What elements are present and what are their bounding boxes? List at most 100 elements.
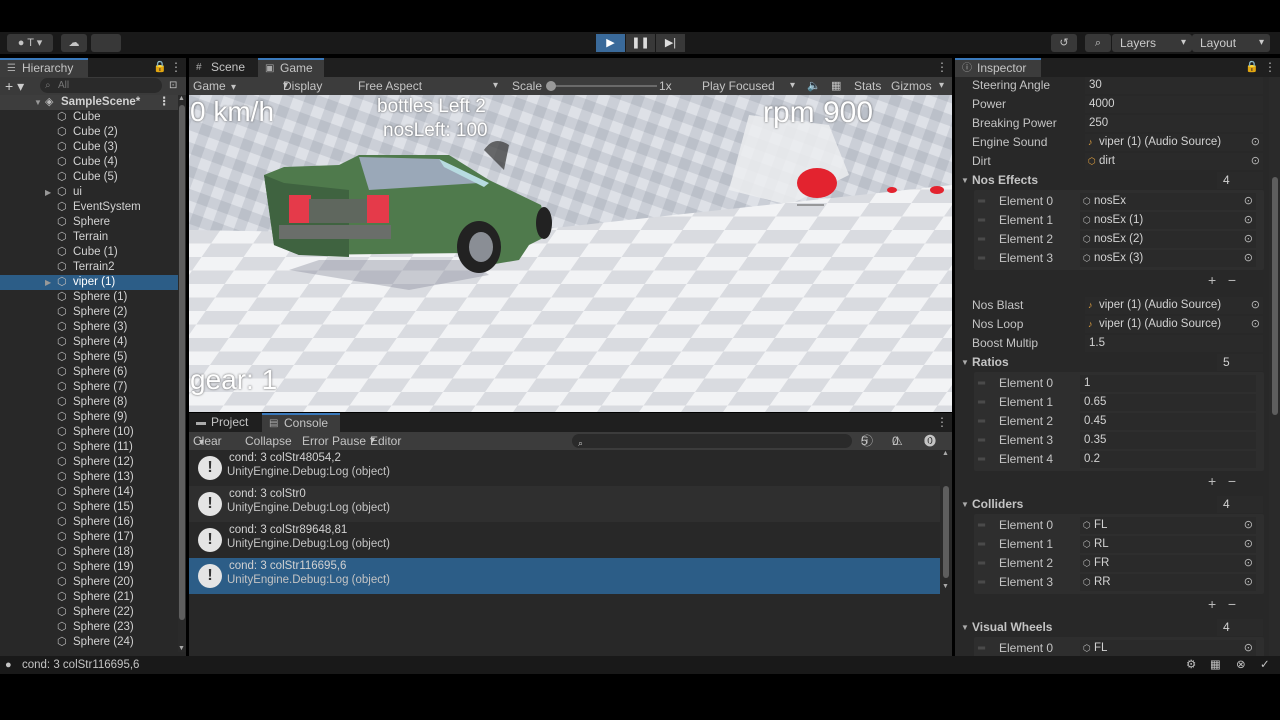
hierarchy-item[interactable]: ⬡ Sphere (7) — [0, 380, 178, 395]
power-field[interactable]: 4000 — [1085, 96, 1263, 113]
hierarchy-item[interactable]: ⬡ Sphere (21) — [0, 590, 178, 605]
list-element-field[interactable]: ⬡ RL ⊙ — [1080, 536, 1256, 553]
hierarchy-scrollbar[interactable]: ▲ ▼ — [178, 95, 186, 652]
drag-handle-icon[interactable]: ═ — [978, 516, 985, 535]
debug-icon[interactable]: ⚙ — [1186, 656, 1196, 674]
list-element-field[interactable]: 0.45 — [1080, 413, 1256, 430]
hierarchy-item[interactable]: ⬡ Sphere (9) — [0, 410, 178, 425]
hierarchy-item[interactable]: ⬡ Sphere (17) — [0, 530, 178, 545]
list-element-field[interactable]: ⬡ FL ⊙ — [1080, 517, 1256, 534]
list-element-field[interactable]: ⬡ nosEx (3) ⊙ — [1080, 250, 1256, 267]
console-scroll-thumb[interactable] — [943, 486, 949, 578]
expand-arrow-icon[interactable]: ▶ — [45, 185, 51, 200]
object-picker-icon[interactable]: ⊙ — [1251, 134, 1260, 151]
colliders-header[interactable]: ▼ Colliders 4 — [955, 495, 1265, 514]
inspector-scrollbar[interactable] — [1269, 77, 1280, 656]
account-button[interactable]: ● T ▾ — [7, 34, 53, 52]
dirt-field[interactable]: ⬡ dirt ⊙ — [1085, 153, 1263, 170]
tab-scene[interactable]: # Scene — [189, 58, 257, 77]
hierarchy-item[interactable]: ⬡ Sphere (16) — [0, 515, 178, 530]
object-picker-icon[interactable]: ⊙ — [1251, 297, 1260, 314]
list-element-field[interactable]: 0.35 — [1080, 432, 1256, 449]
visual-wheels-header[interactable]: ▼ Visual Wheels 4 — [955, 618, 1265, 637]
clear-button[interactable]: Clear ▾ — [193, 432, 222, 452]
foldout-arrow-icon[interactable]: ▼ — [961, 171, 969, 190]
hierarchy-item[interactable]: ⬡ Sphere (10) — [0, 425, 178, 440]
tab-game[interactable]: ▣ Game — [258, 58, 324, 77]
expand-arrow-icon[interactable]: ▶ — [45, 275, 51, 290]
hierarchy-item[interactable]: ⬡ Sphere (8) — [0, 395, 178, 410]
list-element-field[interactable]: ⬡ nosEx (1) ⊙ — [1080, 212, 1256, 229]
nos-loop-field[interactable]: ♪ viper (1) (Audio Source) ⊙ — [1085, 316, 1263, 333]
list-element-field[interactable]: ⬡ RR ⊙ — [1080, 574, 1256, 591]
add-icon[interactable]: + ▾ — [5, 77, 24, 95]
foldout-arrow-icon[interactable]: ▼ — [961, 353, 969, 372]
drag-handle-icon[interactable]: ═ — [978, 554, 985, 573]
drag-handle-icon[interactable]: ═ — [978, 374, 985, 393]
hierarchy-item[interactable]: ⬡ Cube (5) — [0, 170, 178, 185]
scene-menu-icon[interactable]: ⋮ — [159, 95, 171, 110]
drag-handle-icon[interactable]: ═ — [978, 450, 985, 469]
console-entry[interactable]: ! cond: 3 colStr0 UnityEngine.Debug:Log (o… — [189, 486, 940, 522]
nos-blast-field[interactable]: ♪ viper (1) (Audio Source) ⊙ — [1085, 297, 1263, 314]
hierarchy-item[interactable]: ⬡ Sphere (12) — [0, 455, 178, 470]
hierarchy-item[interactable]: ⬡ Sphere (15) — [0, 500, 178, 515]
console-entry[interactable]: ! cond: 3 colStr48054,2 UnityEngine.Debug:… — [189, 450, 940, 486]
object-picker-icon[interactable]: ⊙ — [1244, 555, 1253, 572]
inspector-scroll-thumb[interactable] — [1272, 177, 1278, 415]
console-scrollbar[interactable]: ▲ ▼ — [940, 450, 952, 590]
boost-multip-field[interactable]: 1.5 — [1085, 335, 1263, 352]
lock-icon[interactable]: 🔒 — [153, 60, 167, 73]
object-picker-icon[interactable]: ⊙ — [1244, 193, 1253, 210]
breaking-power-field[interactable]: 250 — [1085, 115, 1263, 132]
cloud-icon[interactable]: ☁ — [61, 34, 87, 52]
scale-slider-handle[interactable] — [546, 81, 556, 91]
drag-handle-icon[interactable]: ═ — [978, 639, 985, 656]
ratios-header[interactable]: ▼ Ratios 5 — [955, 353, 1265, 372]
list-element-field[interactable]: ⬡ FL ⊙ — [1080, 640, 1256, 656]
hierarchy-search-input[interactable]: ⌕ All — [40, 78, 162, 93]
drag-handle-icon[interactable]: ═ — [978, 412, 985, 431]
foldout-arrow-icon[interactable]: ▼ — [961, 495, 969, 514]
drag-handle-icon[interactable]: ═ — [978, 573, 985, 592]
object-picker-icon[interactable]: ⊙ — [1244, 231, 1253, 248]
list-element-field[interactable]: 0.2 — [1080, 451, 1256, 468]
console-search-input[interactable]: ⌕ — [572, 434, 852, 448]
scroll-up-icon[interactable]: ▲ — [942, 450, 949, 457]
object-picker-icon[interactable]: ⊙ — [1244, 574, 1253, 591]
console-menu-icon[interactable]: ⋮ — [936, 415, 948, 429]
game-viewport[interactable]: 0 km/h bottles Left 2 nosLeft: 100 rpm 9… — [189, 95, 952, 412]
remove-element-button[interactable]: − — [1228, 272, 1236, 288]
list-element-field[interactable]: 1 — [1080, 375, 1256, 392]
hierarchy-item[interactable]: ⬡ Sphere (14) — [0, 485, 178, 500]
colliders-size-field[interactable]: 4 — [1217, 496, 1263, 513]
hierarchy-item[interactable]: ⬡ Sphere (1) — [0, 290, 178, 305]
scene-root[interactable]: ▼ ◈ SampleScene* ⋮ — [0, 95, 178, 110]
hierarchy-item[interactable]: ⬡ Terrain — [0, 230, 178, 245]
hierarchy-item[interactable]: ⬡ Sphere (3) — [0, 320, 178, 335]
object-picker-icon[interactable]: ⊙ — [1244, 536, 1253, 553]
layout-dropdown[interactable]: Layout — [1192, 34, 1270, 52]
hierarchy-item[interactable]: ⬡ Cube (1) — [0, 245, 178, 260]
audio-icon[interactable]: 🔈 — [807, 77, 821, 95]
list-element-field[interactable]: ⬡ nosEx (2) ⊙ — [1080, 231, 1256, 248]
hierarchy-item[interactable]: ⬡ Sphere (24) — [0, 635, 178, 650]
drag-handle-icon[interactable]: ═ — [978, 192, 985, 211]
console-entry[interactable]: ! cond: 3 colStr116695,6 UnityEngine.Debug… — [189, 558, 940, 594]
object-picker-icon[interactable]: ⊙ — [1244, 250, 1253, 267]
hierarchy-item[interactable]: ⬡ Sphere (18) — [0, 545, 178, 560]
hierarchy-item[interactable]: ⬡ Sphere (13) — [0, 470, 178, 485]
hierarchy-item[interactable]: ⬡ Sphere (19) — [0, 560, 178, 575]
network-icon[interactable]: ⊗ — [1236, 656, 1246, 674]
filter-icon[interactable]: ⊡ — [169, 77, 177, 95]
console-entry[interactable]: ! cond: 3 colStr89648,81 UnityEngine.Debug… — [189, 522, 940, 558]
collapse-button[interactable]: Collapse — [245, 432, 292, 450]
hierarchy-item[interactable]: ⬡ Cube — [0, 110, 178, 125]
foldout-arrow-icon[interactable]: ▼ — [961, 618, 969, 637]
tab-project[interactable]: ▬ Project — [189, 413, 261, 432]
engine-sound-field[interactable]: ♪ viper (1) (Audio Source) ⊙ — [1085, 134, 1263, 151]
add-element-button[interactable]: + — [1208, 272, 1216, 288]
remove-element-button[interactable]: − — [1228, 473, 1236, 489]
game-mode-dropdown[interactable]: Game ▾ — [193, 77, 236, 97]
hierarchy-menu-icon[interactable]: ⋮ — [170, 60, 182, 74]
